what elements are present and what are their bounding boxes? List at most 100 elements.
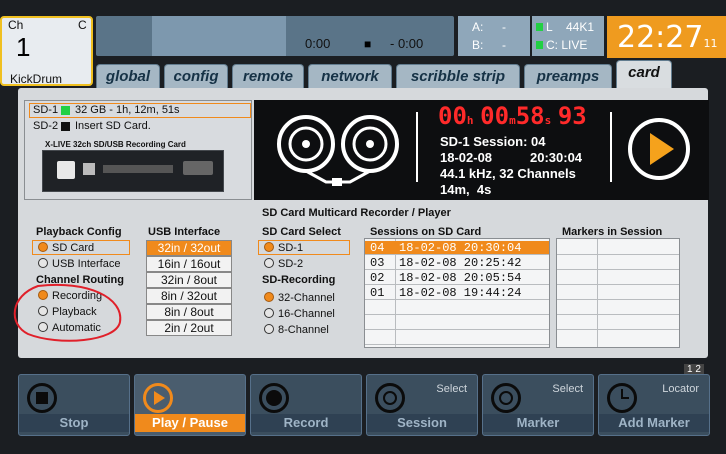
timecode-hours: 00: [438, 102, 467, 130]
channel-name: KickDrum: [10, 72, 63, 86]
session-info: SD-1 Session: 04: [440, 134, 546, 149]
sessions-title: Sessions on SD Card: [370, 226, 482, 238]
radio-icon: [264, 242, 274, 252]
card-logo-icon: [183, 161, 213, 175]
session-label: Session: [367, 414, 477, 432]
bus-a-label: A:: [472, 20, 484, 34]
session-row-empty: [365, 331, 549, 345]
recording-card-image: [42, 150, 224, 192]
row-divider: [557, 284, 679, 285]
select-knob-icon: [491, 383, 521, 413]
usb-option[interactable]: 8in / 32out: [146, 288, 232, 304]
playback-sd-card[interactable]: SD Card: [38, 242, 94, 254]
radio-icon: [264, 324, 274, 334]
session-length: 14m, 4s: [440, 182, 492, 197]
sd-recording-title: SD-Recording: [262, 274, 336, 286]
option-label: 32-Channel: [278, 292, 335, 304]
locator-clock-icon: [607, 383, 637, 413]
sd2-status-led: [61, 122, 70, 131]
channel-c-label: C: [78, 18, 87, 32]
led-icon: [536, 23, 543, 31]
locator-caption: Locator: [662, 383, 699, 395]
record-label: Record: [251, 414, 361, 432]
tab-config[interactable]: config: [164, 64, 228, 90]
usb-interface-title: USB Interface: [148, 226, 221, 238]
source-status: C: LIVE: [536, 38, 587, 52]
session-row[interactable]: 01 18-02-08 19:44:24: [365, 286, 549, 300]
recording-32ch[interactable]: 32-Channel: [264, 292, 335, 304]
port-icon: [57, 161, 75, 179]
card-slot-icon: [103, 165, 173, 173]
option-label: SD Card: [52, 242, 95, 254]
sd-select-sd1[interactable]: SD-1: [264, 242, 303, 254]
column-divider: [597, 239, 598, 347]
sd-select-sd2[interactable]: SD-2: [264, 258, 303, 270]
session-row[interactable]: 03 18-02-08 20:25:42: [365, 256, 549, 270]
option-label: 8-Channel: [278, 324, 329, 336]
stop-button[interactable]: Stop: [18, 374, 130, 436]
session-select-button[interactable]: Select Session: [366, 374, 478, 436]
option-label: SD-2: [278, 258, 304, 270]
markers-table: [556, 238, 680, 348]
add-marker-label: Add Marker: [599, 414, 709, 432]
playback-usb-interface[interactable]: USB Interface: [38, 258, 120, 270]
timecode: 00h 00m58s 93: [438, 102, 587, 130]
section-title: SD Card Multicard Recorder / Player: [262, 207, 451, 219]
display-divider: [610, 112, 612, 182]
sd-card-select-title: SD Card Select: [262, 226, 341, 238]
recording-16ch[interactable]: 16-Channel: [264, 308, 335, 320]
source-label: C: LIVE: [546, 38, 588, 52]
clock-seconds: 11: [703, 37, 718, 50]
session-format: 44.1 kHz, 32 Channels: [440, 166, 576, 181]
session-caption: Select: [436, 383, 467, 395]
channel-selector[interactable]: Ch C 1 KickDrum: [0, 16, 93, 86]
port-icon: [83, 163, 95, 175]
bus-a-value: -: [502, 20, 506, 34]
sd2-info: Insert SD Card.: [75, 120, 151, 132]
tab-card[interactable]: card: [616, 60, 672, 90]
sd1-status-led: [61, 106, 70, 115]
bus-status-a: A: - B: -: [458, 16, 530, 56]
add-marker-button[interactable]: Locator Add Marker: [598, 374, 710, 436]
bus-status-b: L 44K1 C: LIVE: [532, 16, 604, 56]
usb-option[interactable]: 16in / 16out: [146, 256, 232, 272]
play-icon[interactable]: [628, 118, 690, 180]
session-date: 18-02-08: [440, 150, 493, 165]
tab-preamps[interactable]: preamps: [524, 64, 612, 90]
sessions-table: 04 18-02-08 20:30:04 03 18-02-08 20:25:42 …: [364, 238, 550, 348]
play-pause-button[interactable]: Play / Pause: [134, 374, 246, 436]
session-clock: 20:30:04: [530, 150, 583, 165]
tab-network[interactable]: network: [308, 64, 392, 90]
marker-label: Marker: [483, 414, 593, 432]
record-button[interactable]: Record: [250, 374, 362, 436]
clock: 22:2711: [607, 16, 726, 58]
transport-state-icon: ■: [364, 37, 372, 51]
channel-label: Ch: [8, 18, 24, 32]
select-knob-icon: [375, 383, 405, 413]
tab-remote[interactable]: remote: [232, 64, 304, 90]
meter-segment: [152, 16, 286, 56]
session-row[interactable]: 02 18-02-08 20:05:54: [365, 271, 549, 285]
radio-icon: [264, 292, 274, 302]
recorder-display: 00h 00m58s 93 SD-1 Session: 04 18-02-08 …: [254, 100, 709, 200]
usb-option[interactable]: 8in / 8out: [146, 304, 232, 320]
markers-title: Markers in Session: [562, 226, 663, 238]
marker-caption: Select: [552, 383, 583, 395]
usb-option[interactable]: 2in / 2out: [146, 320, 232, 336]
marker-select-button[interactable]: Select Marker: [482, 374, 594, 436]
led-icon: [536, 41, 543, 49]
sample-rate: 44K1: [566, 20, 595, 34]
session-row[interactable]: 04 18-02-08 20:30:04: [365, 241, 549, 255]
tab-scribble-strip[interactable]: scribble strip: [396, 64, 520, 90]
recording-8ch[interactable]: 8-Channel: [264, 324, 329, 336]
row-divider: [557, 314, 679, 315]
radio-icon: [38, 242, 48, 252]
tab-global[interactable]: global: [96, 64, 160, 90]
annotation-circle: [13, 283, 122, 342]
usb-option[interactable]: 32in / 32out: [146, 240, 232, 256]
display-divider: [416, 112, 418, 182]
usb-option[interactable]: 32in / 8out: [146, 272, 232, 288]
radio-icon: [264, 258, 274, 268]
stop-icon: [27, 383, 57, 413]
sd2-label: SD-2: [33, 120, 59, 132]
